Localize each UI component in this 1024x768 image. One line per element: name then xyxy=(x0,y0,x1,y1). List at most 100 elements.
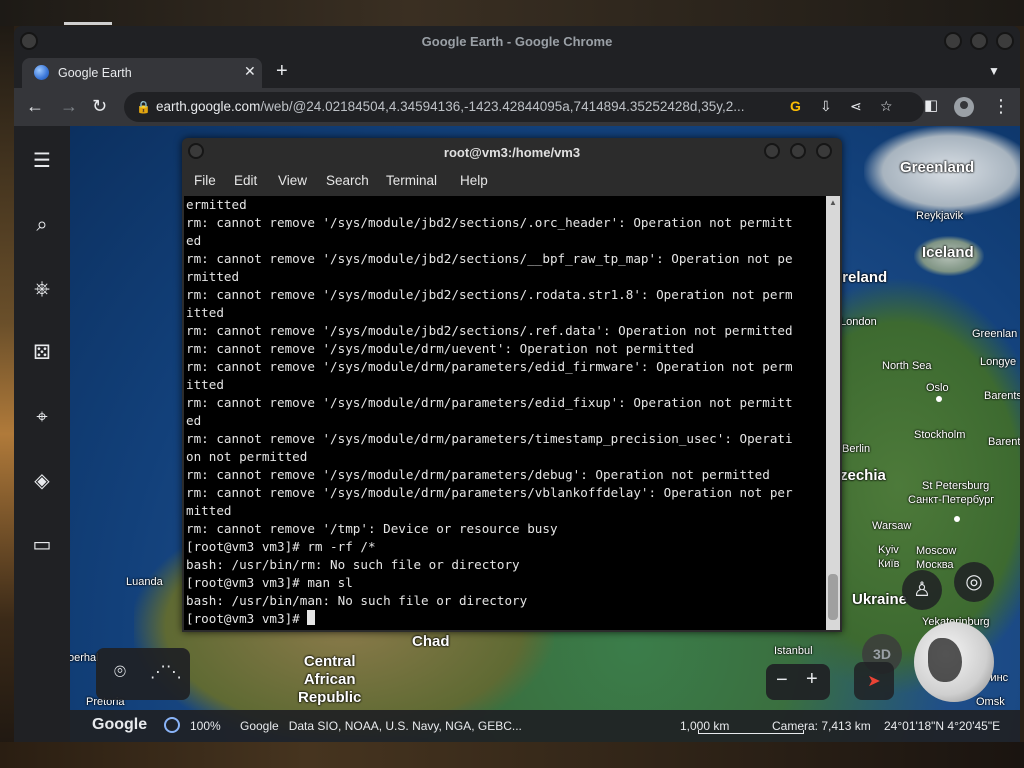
google-logo: Google xyxy=(92,716,148,733)
desktop-top-bar xyxy=(0,0,1024,26)
share-icon[interactable]: ⋖ xyxy=(850,98,862,115)
google-lens-icon[interactable]: G xyxy=(790,98,801,114)
terminal-line: rm: cannot remove '/sys/module/drm/param… xyxy=(186,359,793,374)
cursor-coordinates: 24°01'18"N 4°20'45"E xyxy=(884,719,1001,733)
draw-path-icon[interactable]: ⋰⋱ xyxy=(150,662,182,682)
menu-file[interactable]: File xyxy=(194,173,216,188)
terminal-line: ermitted xyxy=(186,197,247,212)
lock-icon: 🔒 xyxy=(136,100,151,114)
forward-arrow-icon[interactable]: → xyxy=(60,96,78,116)
menu-search[interactable]: Search xyxy=(326,173,369,188)
map-label: Київ xyxy=(878,558,900,570)
terminal-line: rm: cannot remove '/sys/module/drm/param… xyxy=(186,431,793,446)
window-title: Google Earth - Google Chrome xyxy=(421,34,613,49)
zoom-percentage: 100% xyxy=(190,719,221,733)
measure-ruler-icon[interactable]: ▭ xyxy=(29,532,55,558)
minimize-button[interactable] xyxy=(944,32,962,50)
city-marker xyxy=(936,396,942,402)
voyager-helm-icon[interactable]: ⎈ xyxy=(29,276,55,302)
terminal-cursor xyxy=(307,610,316,625)
scrollbar-thumb[interactable] xyxy=(828,574,838,620)
map-layers-icon[interactable]: ◈ xyxy=(29,468,55,494)
map-label: oerhal xyxy=(68,652,99,664)
menu-edit[interactable]: Edit xyxy=(234,173,257,188)
terminal-line: rmitted xyxy=(186,269,240,284)
hamburger-menu-icon[interactable]: ☰ xyxy=(29,148,55,174)
map-label: zechia xyxy=(840,467,886,484)
kebab-menu-icon[interactable]: ⋮ xyxy=(992,96,1010,116)
map-label: Санкт-Петербург xyxy=(908,494,995,506)
tab-label: Google Earth xyxy=(58,66,132,80)
terminal-window[interactable]: root@vm3:/home/vm3 File Edit View Search… xyxy=(182,138,842,632)
terminal-output[interactable]: ermitted rm: cannot remove '/sys/module/… xyxy=(184,196,826,630)
terminal-line: rm: cannot remove '/sys/module/drm/param… xyxy=(186,467,770,482)
terminal-line: [root@vm3 vm3]# rm -rf /* xyxy=(186,539,376,554)
map-label: Berlin xyxy=(842,443,871,455)
data-attribution[interactable]: Google Data SIO, NOAA, U.S. Navy, NGA, G… xyxy=(240,719,522,733)
tab-close-icon[interactable]: ✕ xyxy=(244,63,256,80)
menu-terminal[interactable]: Terminal xyxy=(386,173,437,188)
url-path: /web/@24.02184504,4.34594136,-1423.42844… xyxy=(260,99,745,114)
zoom-out-button[interactable]: − xyxy=(776,669,788,692)
side-panel-icon[interactable]: ◧ xyxy=(924,96,938,116)
url-text[interactable]: earth.google.com/web/@24.02184504,4.3459… xyxy=(156,99,744,114)
my-location-icon[interactable]: ◎ xyxy=(954,562,994,602)
map-label: Moscow xyxy=(916,545,957,557)
tab-strip: Google Earth ✕ + ▼ xyxy=(14,58,1020,88)
dice-feeling-lucky-icon[interactable]: ⚄ xyxy=(29,340,55,366)
profile-avatar[interactable] xyxy=(954,97,974,117)
map-label: Greenland xyxy=(900,159,975,176)
url-host: earth.google.com xyxy=(156,99,261,114)
map-label: Ukraine xyxy=(852,591,908,608)
terminal-line: rm: cannot remove '/sys/module/drm/ueven… xyxy=(186,341,694,356)
map-label: Reykjavik xyxy=(916,210,964,222)
menu-view[interactable]: View xyxy=(278,173,307,188)
desktop-wallpaper-bottom xyxy=(0,742,1024,768)
compass-icon[interactable]: ➤ xyxy=(854,662,894,700)
street-view-pegman-icon[interactable]: ♙ xyxy=(902,570,942,610)
camera-altitude: Camera: 7,413 km xyxy=(772,719,871,733)
map-label: North Sea xyxy=(882,360,932,372)
map-label: Istanbul xyxy=(774,645,813,657)
menu-help[interactable]: Help xyxy=(460,173,488,188)
terminal-scrollbar[interactable]: ▲ xyxy=(826,196,840,630)
zoom-in-button[interactable]: + xyxy=(806,668,818,691)
terminal-maximize-button[interactable] xyxy=(790,143,806,159)
scroll-up-icon[interactable]: ▲ xyxy=(829,198,837,207)
new-tab-button[interactable]: + xyxy=(276,60,288,83)
maximize-button[interactable] xyxy=(970,32,988,50)
terminal-line: ed xyxy=(186,233,202,248)
map-label: Oslo xyxy=(926,382,949,394)
projects-pin-icon[interactable]: ⌖ xyxy=(29,404,55,430)
map-label: Chad xyxy=(412,633,450,650)
install-app-icon[interactable]: ⇩ xyxy=(820,98,832,115)
map-label: Warsaw xyxy=(872,520,912,532)
loading-ring-icon xyxy=(164,717,180,733)
chevron-down-icon[interactable]: ▼ xyxy=(988,64,1000,78)
map-label: Barents xyxy=(984,390,1020,402)
mini-globe-icon[interactable] xyxy=(914,622,994,702)
earth-favicon-icon xyxy=(34,65,49,80)
bookmark-star-icon[interactable]: ☆ xyxy=(880,98,893,115)
terminal-line: itted xyxy=(186,305,224,320)
terminal-line: rm: cannot remove '/sys/module/jbd2/sect… xyxy=(186,287,793,302)
terminal-line: mitted xyxy=(186,503,232,518)
terminal-line: rm: cannot remove '/tmp': Device or reso… xyxy=(186,521,558,536)
terminal-line: rm: cannot remove '/sys/module/jbd2/sect… xyxy=(186,323,793,338)
map-label: Ireland xyxy=(838,269,888,286)
terminal-line: on not permitted xyxy=(186,449,308,464)
map-label: Greenlan xyxy=(972,328,1018,340)
add-placemark-icon[interactable]: ⌾ xyxy=(114,661,126,684)
terminal-line: ed xyxy=(186,413,202,428)
address-bar[interactable]: 🔒 earth.google.com/web/@24.02184504,4.34… xyxy=(124,92,924,122)
search-icon[interactable]: ⌕ xyxy=(29,212,55,238)
close-window-button[interactable] xyxy=(996,32,1014,50)
terminal-minimize-button[interactable] xyxy=(764,143,780,159)
terminal-close-button[interactable] xyxy=(816,143,832,159)
tab-google-earth[interactable]: Google Earth ✕ xyxy=(22,58,262,88)
map-label: Kyiv xyxy=(878,544,899,556)
terminal-title: root@vm3:/home/vm3 xyxy=(443,145,581,160)
map-label: London xyxy=(840,316,877,328)
reload-icon[interactable]: ↻ xyxy=(92,96,107,116)
back-arrow-icon[interactable]: ← xyxy=(26,96,44,116)
